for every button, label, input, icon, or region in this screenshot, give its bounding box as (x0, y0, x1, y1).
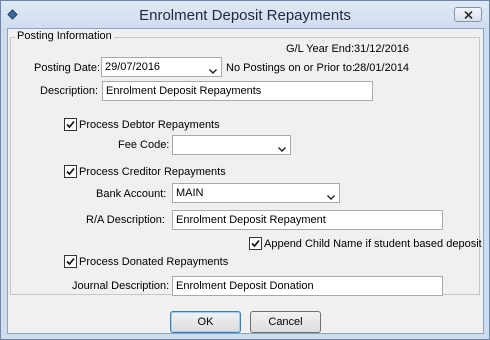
ra-description-input[interactable]: Enrolment Deposit Repayment (172, 210, 443, 230)
fee-code-select[interactable] (172, 135, 291, 155)
process-debtor-checkbox[interactable] (64, 118, 77, 131)
journal-description-label: Journal Description: (72, 280, 170, 292)
checkmark-icon (251, 239, 260, 248)
gl-year-end-label: G/L Year End: (286, 43, 355, 55)
fee-code-label: Fee Code: (118, 139, 170, 151)
chevron-down-icon[interactable] (209, 65, 217, 77)
process-debtor-label[interactable]: Process Debtor Repayments (79, 119, 220, 131)
append-child-label[interactable]: Append Child Name if student based depos… (264, 238, 482, 250)
checkmark-icon (66, 167, 75, 176)
checkmark-icon (66, 120, 75, 129)
posting-date-picker[interactable]: 29/07/2016 (101, 57, 222, 77)
gl-year-end-value: 31/12/2016 (354, 43, 410, 55)
description-input[interactable]: Enrolment Deposit Repayments (102, 81, 373, 101)
process-donated-label[interactable]: Process Donated Repayments (79, 256, 228, 268)
bank-account-label: Bank Account: (96, 188, 167, 200)
no-postings-value: 28/01/2014 (354, 62, 410, 74)
process-donated-checkbox[interactable] (64, 255, 77, 268)
ra-description-label: R/A Description: (86, 214, 165, 226)
group-legend: Posting Information (15, 30, 114, 42)
close-button[interactable] (454, 7, 482, 22)
bank-account-select[interactable]: MAIN (172, 183, 340, 203)
posting-date-label: Posting Date: (34, 62, 101, 74)
process-creditor-checkbox[interactable] (64, 165, 77, 178)
bank-account-value: MAIN (176, 187, 204, 199)
title-bar[interactable]: Enrolment Deposit Repayments (1, 1, 489, 29)
chevron-down-icon[interactable] (327, 191, 335, 203)
dialog-window: Enrolment Deposit Repayments Posting Inf… (0, 0, 490, 340)
journal-description-input[interactable]: Enrolment Deposit Donation (172, 276, 443, 296)
cancel-button[interactable]: Cancel (250, 311, 321, 333)
checkmark-icon (66, 257, 75, 266)
description-label: Description: (40, 85, 99, 97)
no-postings-label: No Postings on or Prior to: (226, 62, 356, 74)
append-child-checkbox[interactable] (249, 237, 262, 250)
window-title: Enrolment Deposit Repayments (139, 7, 351, 24)
ok-button[interactable]: OK (170, 311, 241, 333)
posting-date-value: 29/07/2016 (105, 61, 161, 73)
dialog-body: Posting Information G/L Year End: 31/12/… (7, 28, 484, 334)
chevron-down-icon[interactable] (278, 143, 286, 155)
process-creditor-label[interactable]: Process Creditor Repayments (79, 166, 226, 178)
